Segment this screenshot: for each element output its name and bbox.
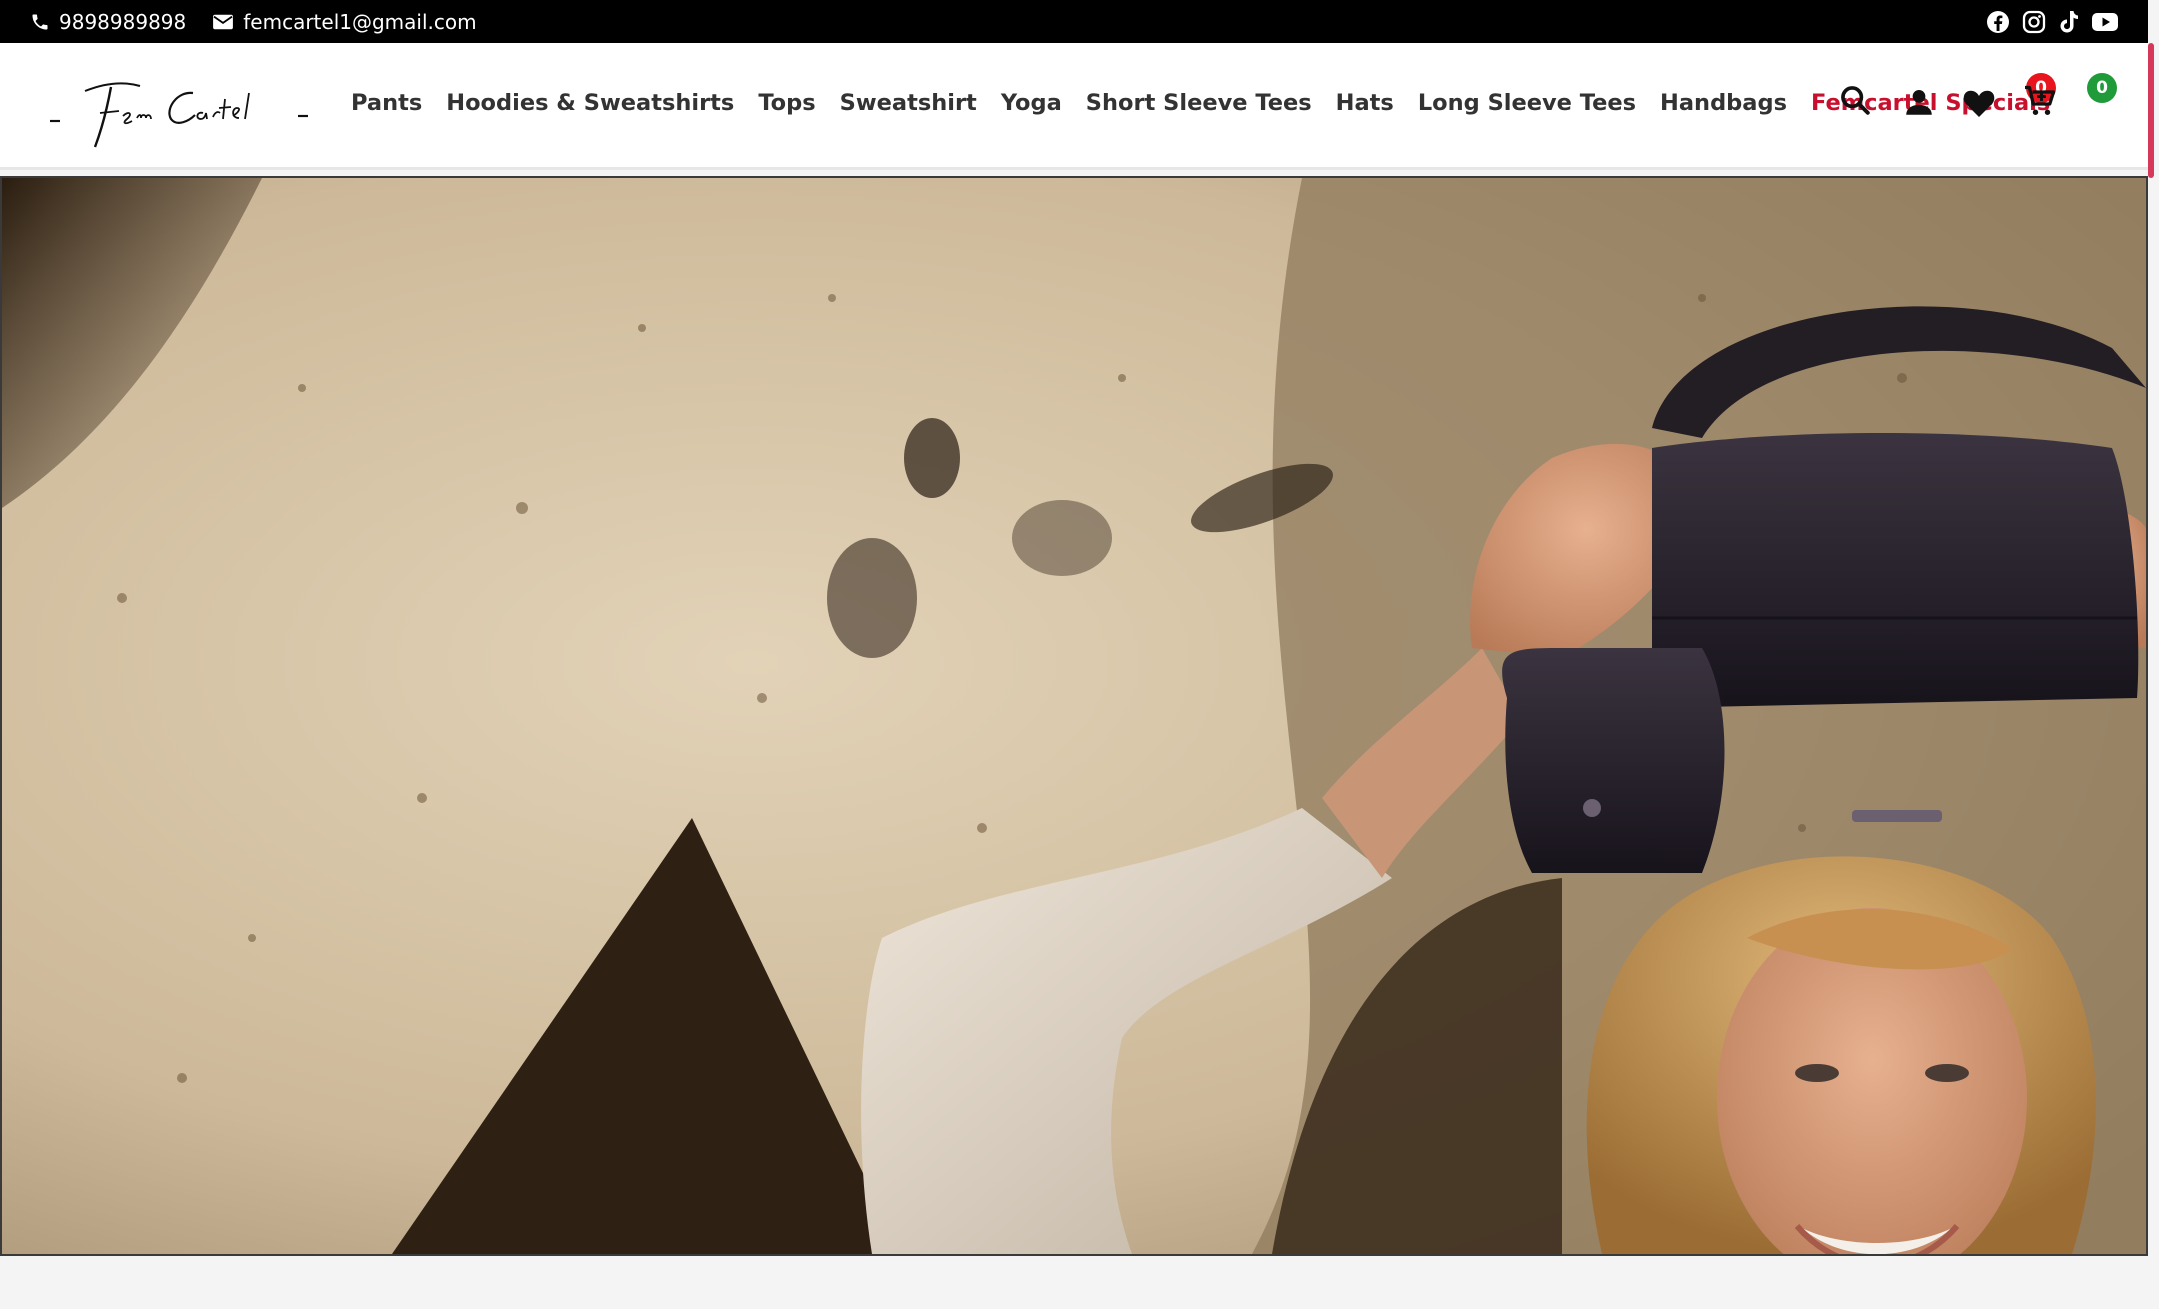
contact-info: 9898989898 femcartel1@gmail.com [30,10,477,34]
top-info-bar: 9898989898 femcartel1@gmail.com [0,0,2148,43]
phone-number: 9898989898 [59,9,187,34]
social-links [1986,10,2118,34]
email-contact[interactable]: femcartel1@gmail.com [212,9,477,34]
header-actions: 0 0 [1838,73,2118,143]
hero-illustration [2,178,2146,1254]
search-icon[interactable] [1838,83,1872,121]
email-address: femcartel1@gmail.com [243,9,477,34]
main-navigation: Pants Hoodies & Sweatshirts Tops Sweatsh… [351,90,2074,116]
nav-item-short-sleeve-tees[interactable]: Short Sleeve Tees [1086,90,1312,116]
account-icon[interactable] [1902,85,1936,123]
page-bottom-strip [0,1258,2159,1309]
cart-icon[interactable] [2022,83,2058,123]
nav-item-sweatshirt[interactable]: Sweatshirt [840,90,977,116]
wishlist-icon[interactable] [1961,85,1997,123]
hero-banner-image[interactable] [0,176,2148,1256]
scrollbar-thumb[interactable] [2148,43,2154,178]
site-header: Pants Hoodies & Sweatshirts Tops Sweatsh… [0,43,2148,170]
nav-item-pants[interactable]: Pants [351,90,422,116]
facebook-icon[interactable] [1986,10,2010,34]
nav-item-long-sleeve-tees[interactable]: Long Sleeve Tees [1418,90,1636,116]
cart-count-badge: 0 [2087,73,2117,103]
nav-item-hats[interactable]: Hats [1336,90,1394,116]
tiktok-icon[interactable] [2058,10,2080,34]
nav-item-handbags[interactable]: Handbags [1660,90,1787,116]
nav-item-tops[interactable]: Tops [758,90,815,116]
phone-contact[interactable]: 9898989898 [30,10,186,34]
brand-logo[interactable] [45,61,325,156]
instagram-icon[interactable] [2022,10,2046,34]
mail-icon [212,13,234,31]
nav-item-yoga[interactable]: Yoga [1001,90,1062,116]
youtube-icon[interactable] [2092,12,2118,32]
phone-icon [30,12,50,32]
nav-item-hoodies-sweatshirts[interactable]: Hoodies & Sweatshirts [446,90,734,116]
